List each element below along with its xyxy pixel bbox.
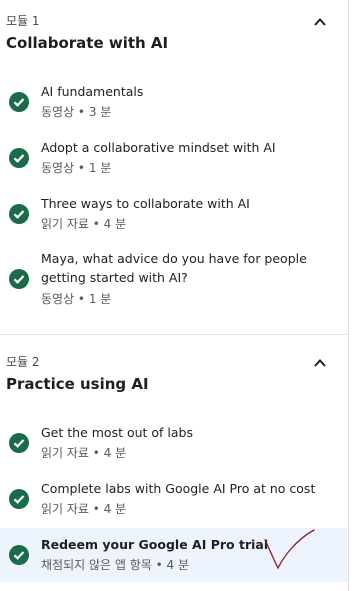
module-title: Collaborate with AI: [6, 34, 169, 52]
handwritten-check-mark: [264, 529, 315, 570]
module-divider: [0, 334, 348, 335]
check-circle-icon: [9, 148, 29, 168]
item-meta: 동영상 • 1 분: [41, 292, 112, 306]
check-circle-icon: [9, 92, 29, 112]
panel-border: [348, 0, 349, 591]
chevron-up-icon[interactable]: [311, 13, 329, 31]
module-title: Practice using AI: [6, 375, 149, 393]
item-meta: 읽기 자료 • 4 분: [41, 217, 127, 231]
item-title: Maya, what advice do you have for people…: [41, 251, 307, 285]
item-meta: 동영상 • 1 분: [41, 161, 112, 175]
check-circle-icon: [9, 204, 29, 224]
check-circle-icon: [9, 269, 29, 289]
list-item-collaborative-mindset[interactable]: Adopt a collaborative mindset with AI 동영…: [0, 132, 348, 184]
module-2-header[interactable]: 모듈 2 Practice using AI: [0, 341, 348, 401]
module-1-header[interactable]: 모듈 1 Collaborate with AI: [0, 0, 348, 60]
item-title: Complete labs with Google AI Pro at no c…: [41, 481, 316, 496]
list-item-labs[interactable]: Get the most out of labs 읽기 자료 • 4 분: [0, 417, 348, 469]
item-title: Three ways to collaborate with AI: [41, 196, 250, 211]
item-meta: 동영상 • 3 분: [41, 105, 112, 119]
item-title: Adopt a collaborative mindset with AI: [41, 140, 276, 155]
check-circle-icon: [9, 489, 29, 509]
check-circle-icon: [9, 545, 29, 565]
module-number: 모듈 1: [6, 14, 40, 28]
item-title: AI fundamentals: [41, 84, 144, 99]
course-outline-panel: 모듈 1 Collaborate with AI AI fundamentals…: [0, 0, 348, 591]
list-item-maya-advice[interactable]: Maya, what advice do you have for people…: [0, 244, 348, 316]
item-meta: 읽기 자료 • 4 분: [41, 502, 127, 516]
item-meta: 채점되지 않은 앱 항목 • 4 분: [41, 558, 190, 572]
list-item-complete-labs[interactable]: Complete labs with Google AI Pro at no c…: [0, 473, 348, 525]
item-title: Get the most out of labs: [41, 425, 193, 440]
check-circle-icon: [9, 433, 29, 453]
chevron-up-icon[interactable]: [311, 354, 329, 372]
module-number: 모듈 2: [6, 355, 40, 369]
list-item-three-ways[interactable]: Three ways to collaborate with AI 읽기 자료 …: [0, 188, 348, 240]
item-meta: 읽기 자료 • 4 분: [41, 446, 127, 460]
list-item-ai-fundamentals[interactable]: AI fundamentals 동영상 • 3 분: [0, 76, 348, 128]
